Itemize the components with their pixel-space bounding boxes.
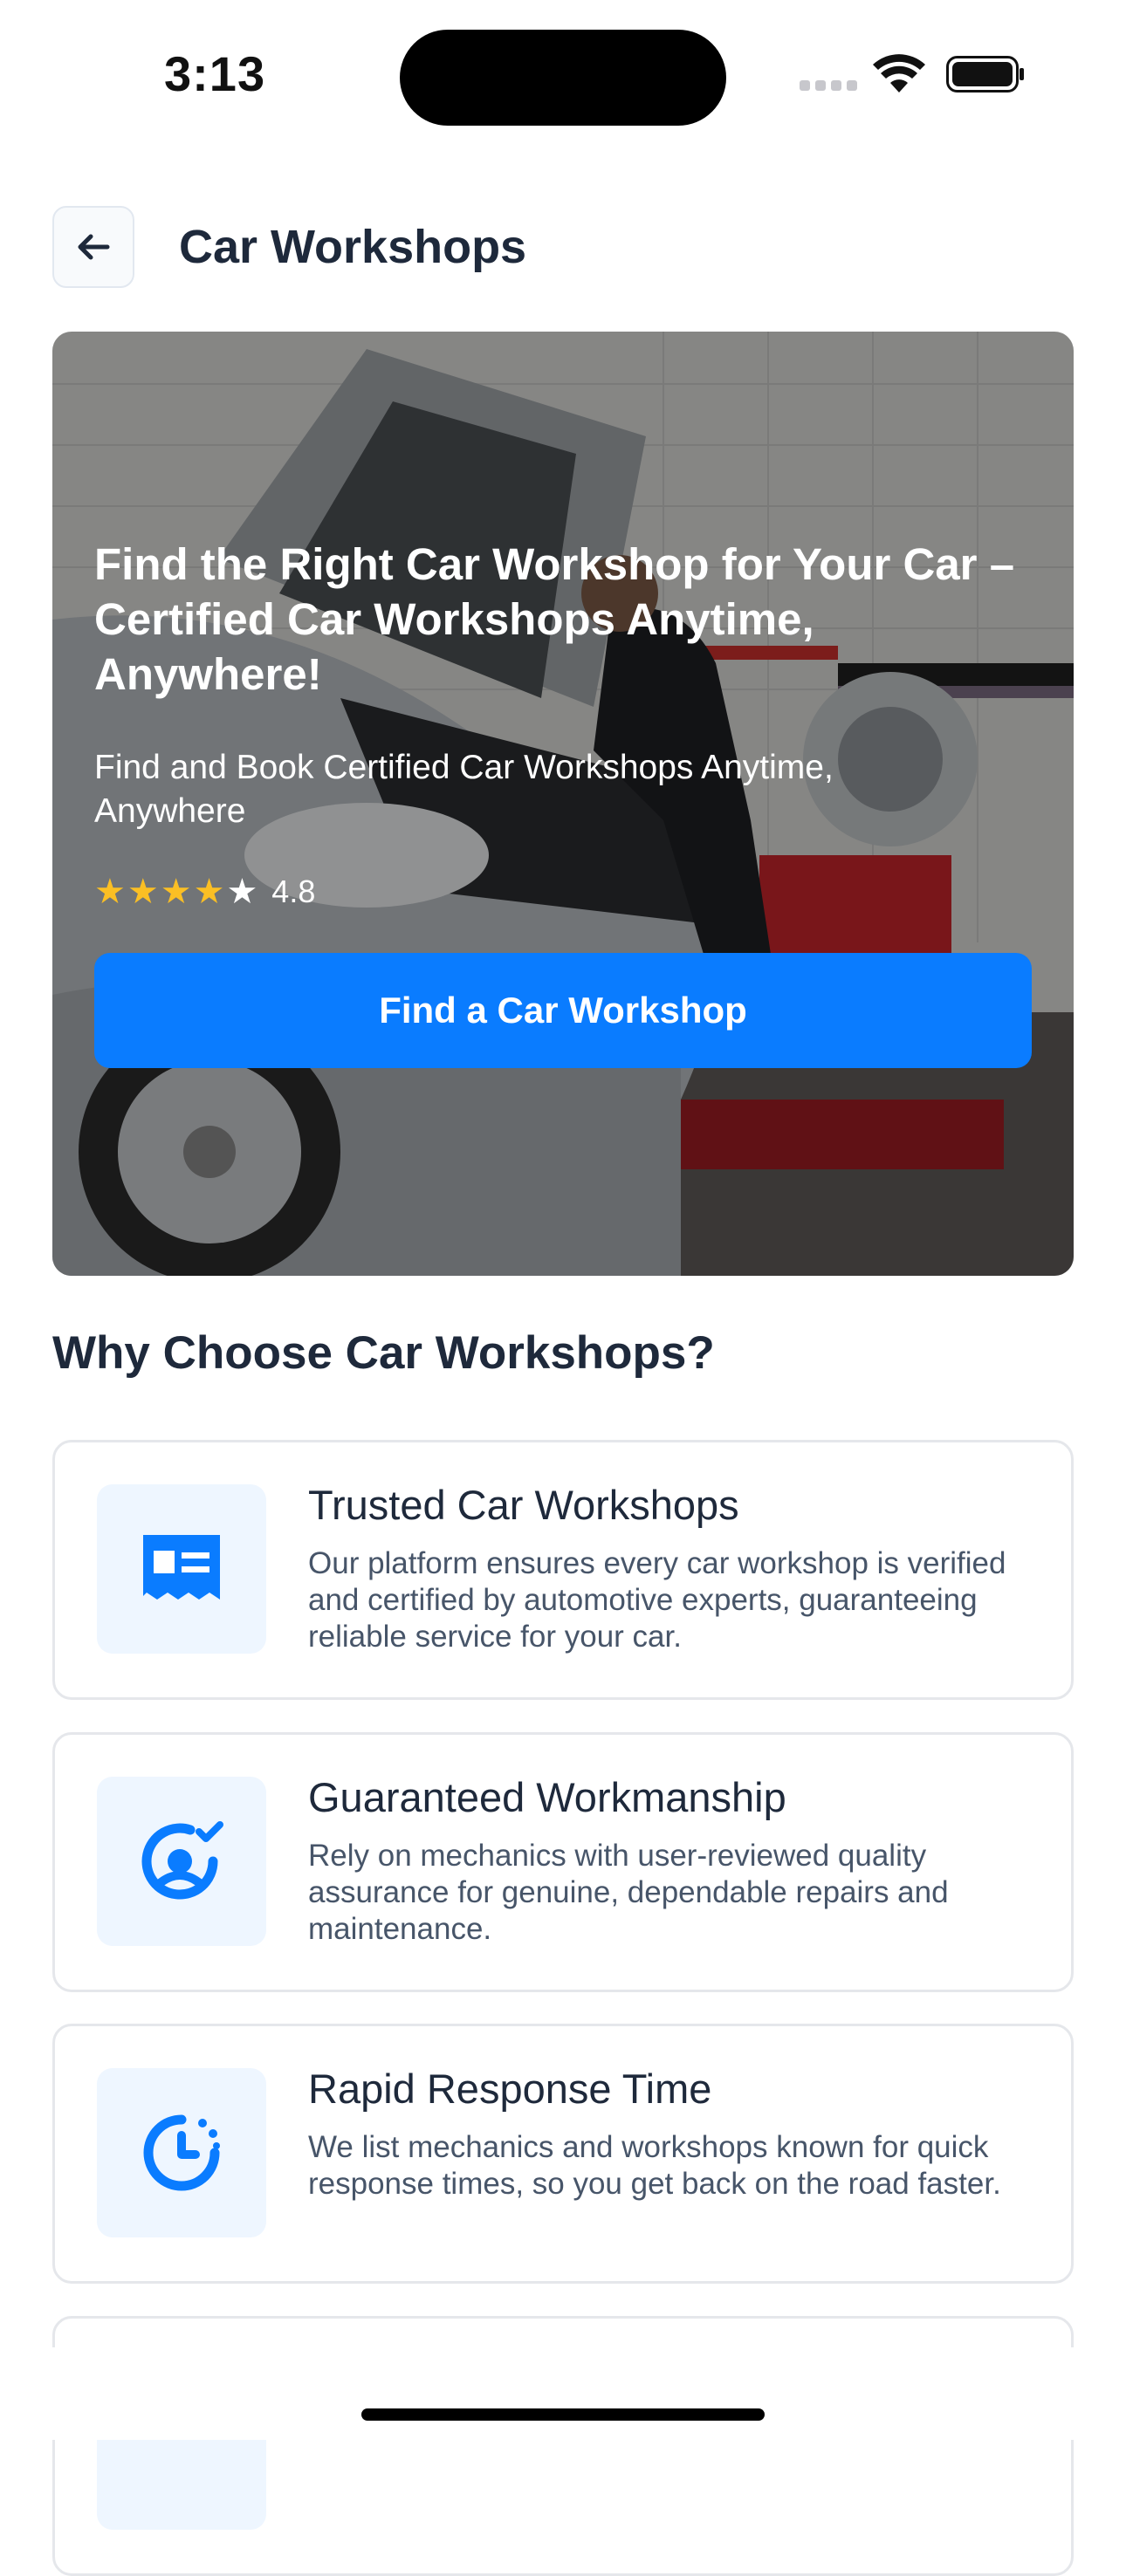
- wifi-icon: [873, 54, 925, 92]
- card-icon-wrapper: [97, 2068, 266, 2237]
- home-indicator[interactable]: [361, 2408, 765, 2421]
- star-filled-icon: ★: [160, 873, 192, 911]
- star-filled-icon: ★: [127, 873, 159, 911]
- card-title: Trusted Car Workshops: [308, 1482, 739, 1528]
- status-bar: 3:13: [0, 0, 1126, 131]
- status-time: 3:13: [164, 46, 266, 101]
- card-description: Rely on mechanics with user-reviewed qua…: [308, 1839, 949, 1946]
- feature-card-trusted: Trusted Car Workshops Our platform ensur…: [52, 1440, 1074, 1700]
- hero-banner: Find the Right Car Workshop for Your Car…: [52, 332, 1074, 1276]
- card-icon-wrapper: [97, 1484, 266, 1654]
- card-description: Our platform ensures every car workshop …: [308, 1546, 1006, 1654]
- rating-value: 4.8: [271, 874, 316, 909]
- cellular-signal-icon: [800, 80, 859, 91]
- battery-icon: [946, 56, 1024, 92]
- certificate-icon: [143, 1535, 220, 1600]
- section-title: Why Choose Car Workshops?: [52, 1327, 715, 1379]
- star-filled-icon: ★: [94, 873, 126, 911]
- page-title: Car Workshops: [179, 221, 527, 273]
- card-icon-wrapper: [97, 1777, 266, 1946]
- card-title: Guaranteed Workmanship: [308, 1774, 786, 1820]
- bottom-safe-area: [0, 2347, 1126, 2440]
- arrow-left-icon: [78, 234, 110, 260]
- feature-card-response: Rapid Response Time We list mechanics an…: [52, 2024, 1074, 2284]
- back-button[interactable]: [52, 206, 134, 288]
- star-empty-icon: ★: [226, 873, 258, 911]
- verified-user-icon: [141, 1821, 223, 1900]
- rating: ★ ★ ★ ★ ★ 4.8: [94, 873, 315, 911]
- timer-icon: [143, 2114, 220, 2191]
- star-filled-icon: ★: [193, 873, 225, 911]
- feature-card-workmanship: Guaranteed Workmanship Rely on mechanics…: [52, 1732, 1074, 1992]
- hero-title: Find the Right Car Workshop for Your Car…: [94, 539, 1015, 699]
- find-workshop-button[interactable]: Find a Car Workshop: [94, 953, 1032, 1068]
- card-title: Rapid Response Time: [308, 2066, 712, 2112]
- hero-subtitle: Find and Book Certified Car Workshops An…: [94, 749, 834, 830]
- card-description: We list mechanics and workshops known fo…: [308, 2130, 1001, 2201]
- dynamic-island: [400, 30, 726, 126]
